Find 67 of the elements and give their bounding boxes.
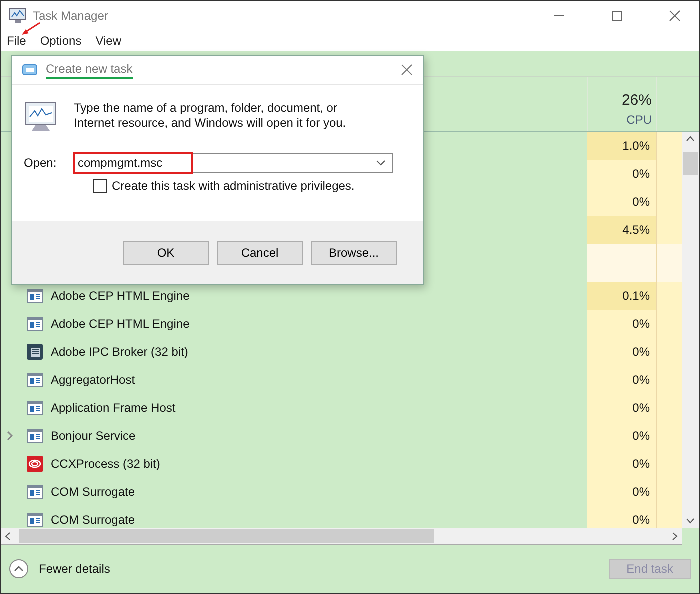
cpu-total: 26%	[622, 92, 652, 109]
horizontal-scrollbar[interactable]	[1, 528, 682, 545]
fewer-details-link[interactable]: Fewer details	[39, 562, 110, 576]
cpu-value: 1.0%	[622, 139, 650, 153]
open-label: Open:	[24, 156, 58, 170]
dialog-button[interactable]: Cancel	[217, 240, 303, 264]
close-icon[interactable]	[669, 10, 681, 22]
table-cell	[657, 216, 682, 244]
cpu-value: 0%	[632, 513, 650, 527]
dialog-button[interactable]: OK	[123, 240, 209, 264]
table-cell	[657, 132, 682, 160]
process-name[interactable]: Bonjour Service	[51, 429, 136, 443]
run-icon	[22, 64, 38, 76]
open-combobox[interactable]: compmgmt.msc	[74, 153, 393, 173]
table-cell	[657, 282, 682, 310]
task-manager-icon	[9, 8, 27, 24]
column-header[interactable]: CPU	[626, 113, 652, 127]
scroll-right-icon[interactable]	[672, 532, 678, 540]
cpu-value: 0%	[632, 429, 650, 443]
dialog-message: Type the name of a program, folder, document, or Internet resource, and Windows will open it for you.	[74, 101, 348, 131]
cpu-value: 0%	[632, 373, 650, 387]
cpu-value: 0%	[632, 485, 650, 499]
process-name[interactable]: COM Surrogate	[51, 513, 136, 527]
checkbox-label: Create this task with administrative privileges.	[112, 179, 355, 193]
dropdown-caret-icon[interactable]	[376, 160, 386, 166]
scroll-down-icon[interactable]	[686, 518, 695, 524]
window-title: Task Manager	[33, 9, 108, 23]
process-name[interactable]: CCXProcess (32 bit)	[51, 457, 160, 471]
cpu-value: 0%	[632, 195, 650, 209]
process-name[interactable]: COM Surrogate	[51, 485, 136, 499]
admin-checkbox[interactable]	[93, 179, 107, 193]
process-name[interactable]: Adobe CEP HTML Engine	[51, 317, 190, 331]
menu-item[interactable]: Options	[40, 34, 82, 48]
window-icon	[27, 401, 43, 415]
swirl-app-icon	[27, 456, 43, 472]
process-name[interactable]: Adobe IPC Broker (32 bit)	[51, 345, 188, 359]
table-cell	[657, 244, 682, 282]
process-name[interactable]: Adobe CEP HTML Engine	[51, 289, 190, 303]
scrollbar-thumb[interactable]	[683, 152, 698, 175]
menu-item[interactable]: File	[7, 34, 26, 48]
menu-item[interactable]: View	[96, 34, 122, 48]
cpu-value: 0.1%	[622, 289, 650, 303]
cpu-value: 0%	[632, 345, 650, 359]
expand-chevron-icon[interactable]	[7, 431, 14, 441]
scrollbar-thumb[interactable]	[19, 529, 434, 543]
process-name[interactable]: AggregatorHost	[51, 373, 136, 387]
window-icon	[27, 513, 43, 527]
dialog-title: Create new task	[46, 62, 133, 78]
vertical-scrollbar[interactable]	[682, 132, 699, 528]
cpu-value: 4.5%	[622, 223, 650, 237]
maximize-icon[interactable]	[611, 10, 623, 22]
window-icon	[27, 373, 43, 387]
cpu-value: 0%	[632, 457, 650, 471]
cpu-value: 0%	[632, 317, 650, 331]
scroll-left-icon[interactable]	[5, 532, 11, 540]
dialog-button[interactable]: Browse...	[311, 240, 397, 264]
document-stack-icon	[27, 344, 43, 360]
close-icon[interactable]	[401, 64, 413, 76]
window-icon	[27, 485, 43, 499]
scroll-up-icon[interactable]	[686, 136, 695, 142]
window-icon	[27, 289, 43, 303]
window-icon	[27, 317, 43, 331]
cpu-value: 0%	[632, 167, 650, 181]
window-icon	[27, 429, 43, 443]
cpu-value: 0%	[632, 401, 650, 415]
process-name[interactable]: Application Frame Host	[51, 401, 176, 415]
collapse-chevron-icon[interactable]	[9, 559, 29, 579]
